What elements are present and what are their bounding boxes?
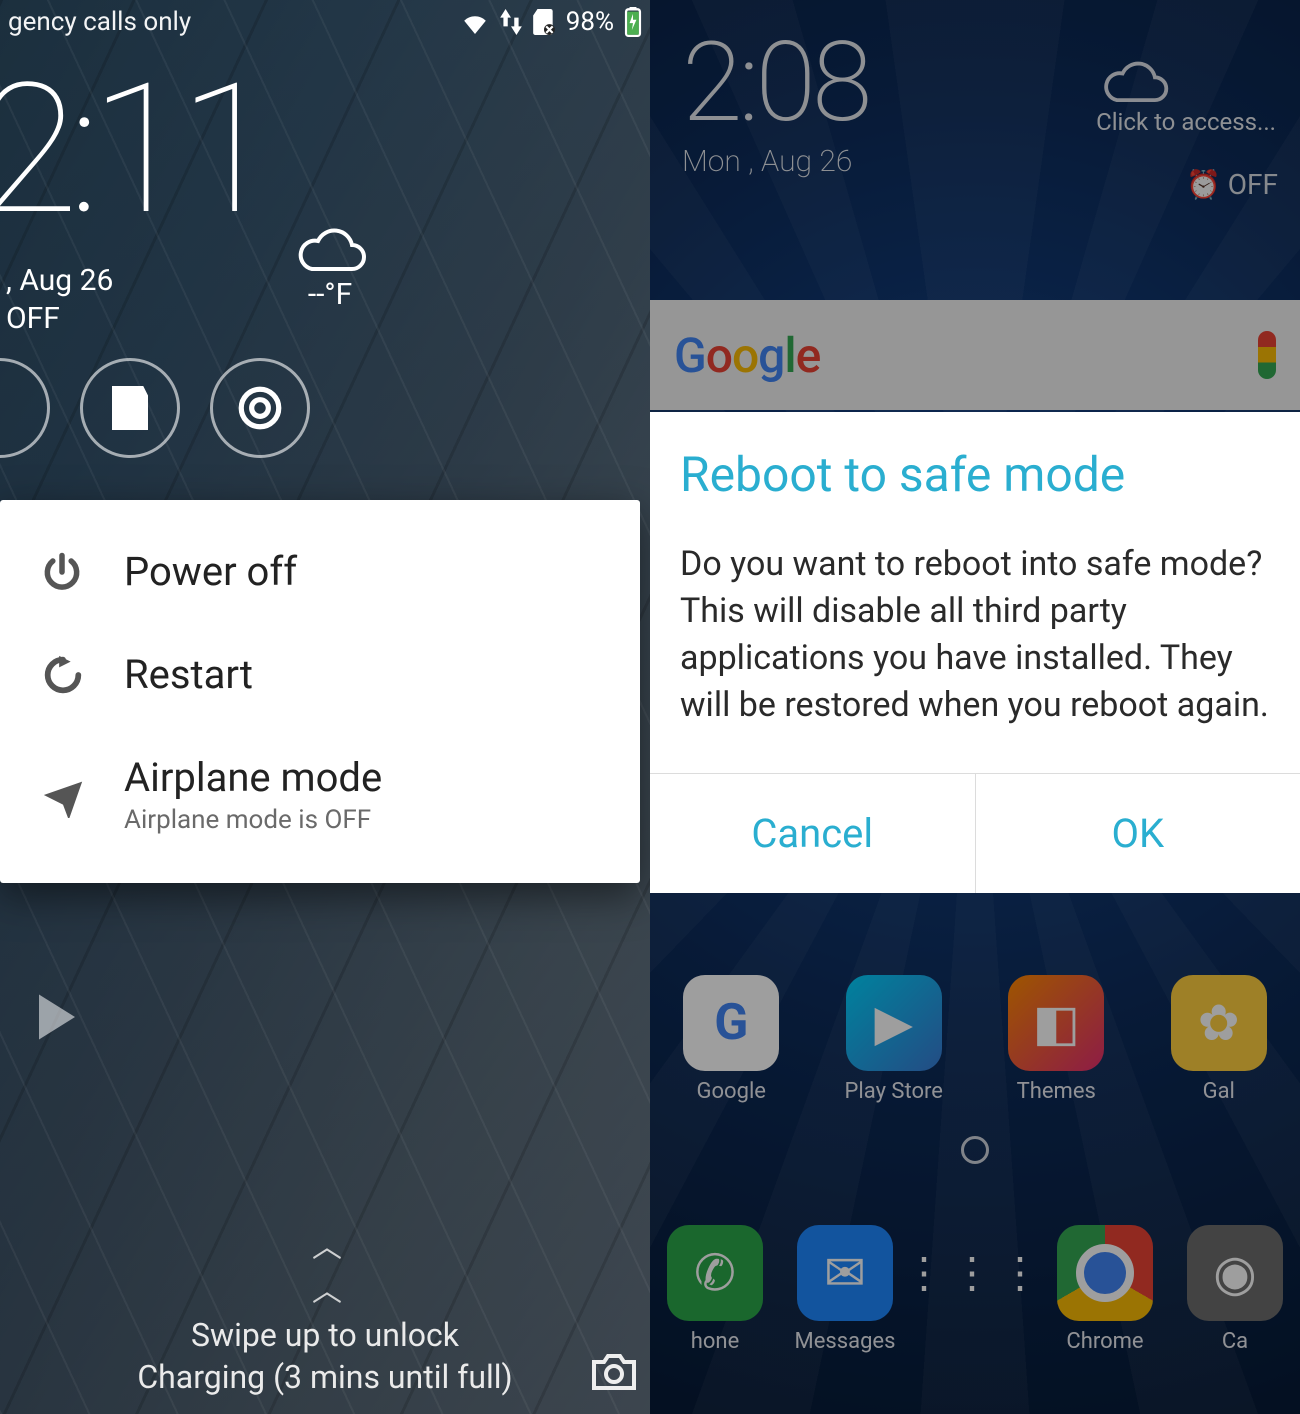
cancel-button[interactable]: Cancel bbox=[650, 774, 976, 893]
quick-icon-chrome[interactable] bbox=[210, 358, 310, 458]
battery-percent: 98% bbox=[566, 7, 614, 37]
cloud-icon bbox=[290, 225, 370, 277]
lock-time: 2:11 bbox=[0, 60, 268, 240]
airplane-label: Airplane mode bbox=[124, 754, 382, 801]
restart-label: Restart bbox=[124, 651, 253, 698]
power-off-label: Power off bbox=[124, 548, 297, 595]
carrier-text: gency calls only bbox=[8, 7, 460, 37]
lock-alarm-off: OFF bbox=[6, 300, 113, 338]
power-off-item[interactable]: Power off bbox=[0, 520, 640, 623]
unlock-hint[interactable]: ︿︿ Swipe up to unlock Charging (3 mins u… bbox=[0, 1222, 650, 1396]
chevron-up-icon: ︿︿ bbox=[0, 1222, 650, 1310]
restart-icon bbox=[40, 652, 90, 698]
status-bar: gency calls only 98% bbox=[0, 0, 650, 44]
browser-icon bbox=[235, 383, 285, 433]
safe-mode-dialog: Reboot to safe mode Do you want to reboo… bbox=[650, 412, 1300, 893]
play-store-icon[interactable] bbox=[30, 990, 84, 1044]
data-arrows-icon bbox=[500, 9, 522, 35]
ok-button[interactable]: OK bbox=[976, 774, 1300, 893]
lock-date-line1: , Aug 26 bbox=[6, 262, 113, 300]
quick-icon-notes[interactable] bbox=[80, 358, 180, 458]
lock-clock: 2:11 bbox=[0, 60, 268, 240]
wifi-icon bbox=[460, 10, 490, 34]
lock-weather: --°F bbox=[290, 225, 370, 312]
left-screenshot: gency calls only 98% 2:11 --°F , Aug 26 … bbox=[0, 0, 650, 1414]
airplane-sub: Airplane mode is OFF bbox=[124, 805, 382, 835]
quick-icons bbox=[0, 358, 310, 458]
power-icon bbox=[40, 550, 90, 594]
right-screenshot: 2:08 Mon , Aug 26 Click to access... ⏰ O… bbox=[650, 0, 1300, 1414]
lock-date: , Aug 26 OFF bbox=[6, 262, 113, 337]
battery-charging-icon bbox=[624, 7, 642, 37]
camera-shortcut[interactable] bbox=[590, 1352, 638, 1392]
dialog-body: Do you want to reboot into safe mode? Th… bbox=[650, 531, 1300, 773]
dialog-buttons: Cancel OK bbox=[650, 773, 1300, 893]
lock-temp-text: --°F bbox=[290, 277, 370, 312]
airplane-mode-item[interactable]: Airplane mode Airplane mode is OFF bbox=[0, 726, 640, 863]
charging-text: Charging (3 mins until full) bbox=[0, 1358, 650, 1396]
airplane-icon bbox=[40, 772, 90, 818]
sd-card-icon bbox=[532, 9, 556, 35]
swipe-text: Swipe up to unlock bbox=[0, 1316, 650, 1354]
power-menu: Power off Restart Airplane mode Airplane… bbox=[0, 500, 640, 883]
note-icon bbox=[106, 384, 154, 432]
restart-item[interactable]: Restart bbox=[0, 623, 640, 726]
quick-icon-1[interactable] bbox=[0, 358, 50, 458]
dialog-title: Reboot to safe mode bbox=[650, 412, 1300, 531]
